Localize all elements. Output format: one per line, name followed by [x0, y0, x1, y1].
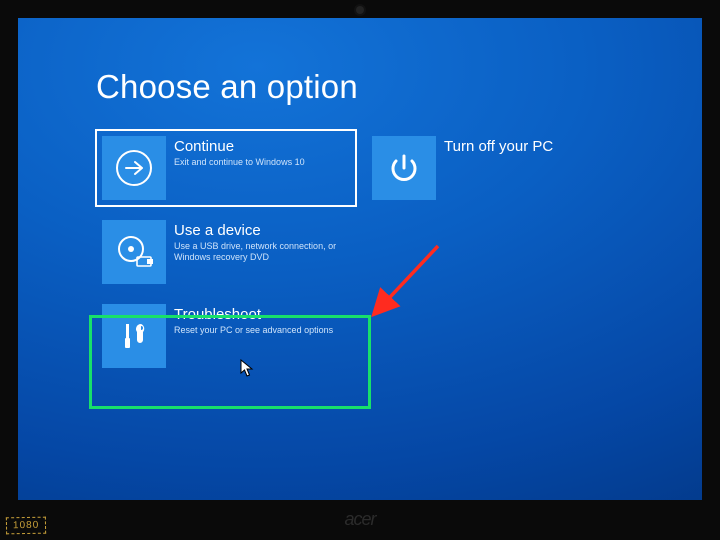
- option-desc: Reset your PC or see advanced options: [174, 325, 333, 336]
- option-use-device[interactable]: Use a device Use a USB drive, network co…: [96, 214, 356, 290]
- option-label: Continue: [174, 138, 305, 155]
- option-desc: Use a USB drive, network connection, or …: [174, 241, 350, 264]
- option-troubleshoot[interactable]: Troubleshoot Reset your PC or see advanc…: [96, 298, 356, 374]
- webcam-dot: [356, 6, 364, 14]
- disc-usb-icon: [102, 220, 166, 284]
- option-label: Troubleshoot: [174, 306, 333, 323]
- option-continue[interactable]: Continue Exit and continue to Windows 10: [96, 130, 356, 206]
- option-desc: Exit and continue to Windows 10: [174, 157, 305, 168]
- arrow-right-icon: [102, 136, 166, 200]
- laptop-bezel: Choose an option Continue Exit and conti…: [0, 0, 720, 540]
- bezel-badge-1080: 1080: [6, 517, 47, 535]
- screen-area: Choose an option Continue Exit and conti…: [18, 18, 702, 500]
- option-label: Turn off your PC: [444, 138, 553, 155]
- power-icon: [372, 136, 436, 200]
- wrench-screwdriver-icon: [102, 304, 166, 368]
- laptop-brand-logo: acer: [344, 509, 375, 530]
- option-tiles: Continue Exit and continue to Windows 10…: [96, 130, 626, 374]
- option-label: Use a device: [174, 222, 350, 239]
- option-turn-off[interactable]: Turn off your PC: [366, 130, 626, 206]
- page-title: Choose an option: [96, 68, 626, 106]
